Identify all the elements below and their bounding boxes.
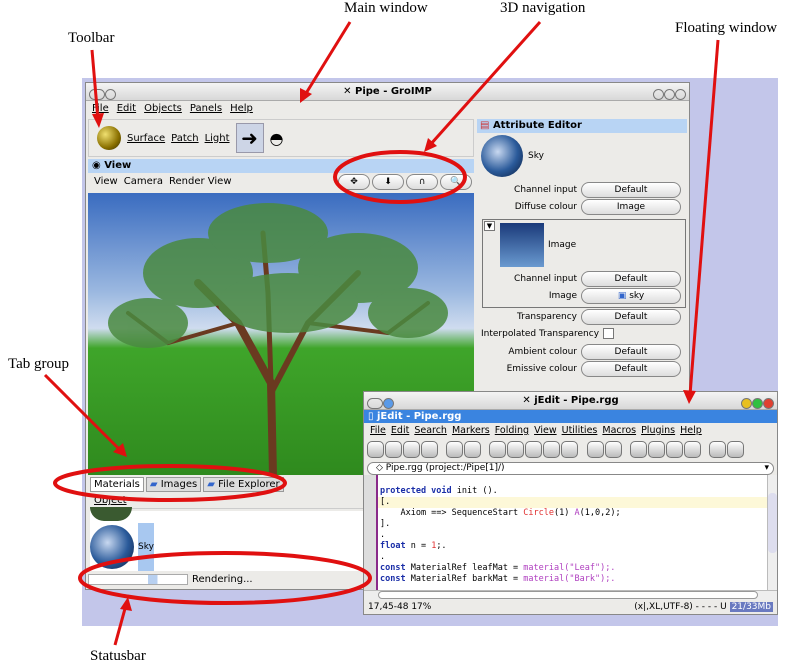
statusbar-arrow <box>113 604 128 646</box>
statusbar-ellipse <box>78 551 372 605</box>
tab-group-arrow <box>43 373 122 452</box>
navigation-arrow <box>428 21 542 146</box>
toolbar-arrow <box>90 49 100 121</box>
arrowhead <box>300 88 312 103</box>
floating-window-arrow <box>688 39 720 396</box>
arrowhead <box>120 597 132 611</box>
arrowhead <box>92 113 104 128</box>
annotation-overlay <box>43 21 720 646</box>
main-window-arrow <box>303 21 352 96</box>
arrowhead <box>683 390 696 404</box>
navigation-ellipse <box>333 150 467 204</box>
tab-group-ellipse <box>53 464 287 502</box>
